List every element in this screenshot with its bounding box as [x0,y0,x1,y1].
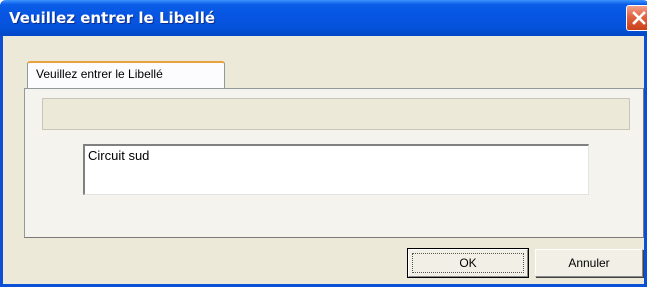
focus-rectangle [412,253,524,273]
cancel-button-label: Annuler [568,256,610,270]
libelle-input[interactable]: Circuit sud [83,144,589,195]
ok-button[interactable]: OK [407,248,529,278]
header-field [42,98,630,130]
tab-panel: Circuit sud [24,88,644,238]
close-icon [632,11,646,25]
window-title: Veuillez entrer le Libellé [9,9,216,27]
dialog-window: Veuillez entrer le Libellé Veuillez entr… [0,0,647,287]
close-button[interactable] [626,5,647,31]
cancel-button[interactable]: Annuler [535,249,643,277]
tab-libelle[interactable]: Veuillez entrer le Libellé [27,61,225,88]
title-bar[interactable]: Veuillez entrer le Libellé [0,0,647,36]
tab-label: Veuillez entrer le Libellé [36,67,163,81]
